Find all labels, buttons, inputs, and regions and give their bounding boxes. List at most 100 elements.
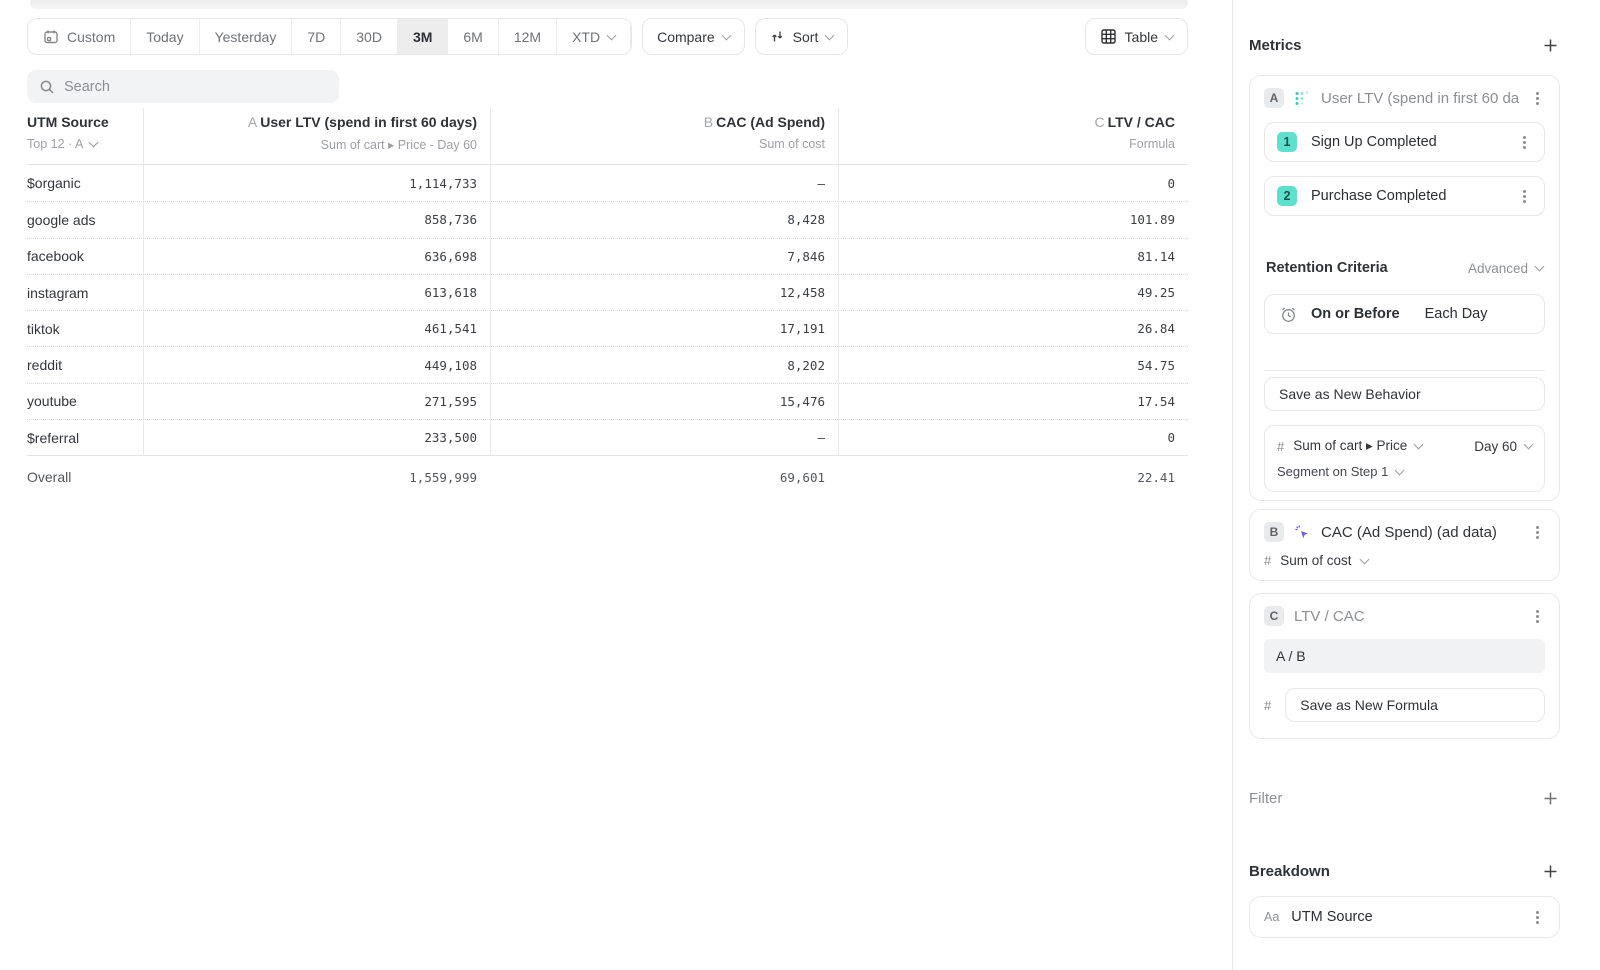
- compare-button[interactable]: Compare: [642, 18, 745, 55]
- overall-value-a: 1,559,999: [143, 456, 490, 498]
- chevron-down-icon: [607, 30, 617, 40]
- metric-a-header[interactable]: A User LTV (spend in first 60 da...: [1264, 88, 1545, 108]
- breakdown-item-card[interactable]: Aa UTM Source: [1249, 896, 1560, 938]
- search-input[interactable]: [64, 79, 327, 95]
- row-value-b: 8,202: [490, 347, 838, 382]
- metric-a-column-header[interactable]: AUser LTV (spend in first 60 days) Sum o…: [143, 108, 490, 164]
- funnel-step-card[interactable]: 1 Sign Up Completed: [1264, 122, 1545, 162]
- aggregation-label: Sum of cart ▸ Price: [1293, 438, 1407, 454]
- retention-window-card[interactable]: On or Before Each Day: [1264, 294, 1545, 334]
- calendar-icon: [43, 29, 59, 45]
- metric-c-column-header[interactable]: CLTV / CAC Formula: [838, 108, 1188, 164]
- row-value-b: 8,428: [490, 202, 838, 237]
- column-title: User LTV (spend in first 60 days): [260, 114, 477, 130]
- row-value-a: 636,698: [143, 239, 490, 274]
- funnel-step-card[interactable]: 2 Purchase Completed: [1264, 176, 1545, 216]
- step-menu-button[interactable]: [1516, 187, 1532, 205]
- source-column-header[interactable]: UTM Source Top 12 · A: [27, 108, 143, 164]
- save-as-new-formula-button[interactable]: Save as New Formula: [1285, 688, 1545, 722]
- metric-a-badge: A: [1264, 88, 1284, 108]
- kebab-icon: [1536, 97, 1539, 100]
- row-value-b: –: [490, 165, 838, 201]
- row-value-a: 858,736: [143, 202, 490, 237]
- search-box[interactable]: [27, 70, 339, 103]
- metric-b-column-header[interactable]: BCAC (Ad Spend) Sum of cost: [490, 108, 838, 164]
- advanced-dropdown[interactable]: Advanced: [1468, 261, 1543, 276]
- save-formula-label: Save as New Formula: [1300, 697, 1438, 713]
- date-range-button[interactable]: 6M: [448, 19, 498, 54]
- sort-button[interactable]: Sort: [755, 18, 849, 55]
- breakdown-menu-button[interactable]: [1529, 908, 1545, 926]
- date-range-button[interactable]: 12M: [499, 19, 557, 54]
- date-range-button[interactable]: 7D: [292, 19, 341, 54]
- alarm-clock-icon: [1279, 305, 1298, 324]
- metric-b-aggregation-dropdown[interactable]: # Sum of cost: [1264, 553, 1545, 568]
- save-as-new-behavior-button[interactable]: Save as New Behavior: [1264, 377, 1545, 411]
- date-range-label: 6M: [463, 29, 482, 45]
- metric-b-menu-button[interactable]: [1529, 523, 1545, 541]
- metrics-title: Metrics: [1249, 37, 1302, 54]
- retention-criteria-title: Retention Criteria: [1266, 260, 1388, 276]
- chevron-down-icon: [721, 30, 731, 40]
- date-range-label: 3M: [413, 29, 432, 45]
- plus-icon: [1543, 864, 1558, 879]
- aggregation-box: # Sum of cart ▸ Price Day 60 Segment on …: [1264, 425, 1545, 492]
- toolbar: Custom Today Yesterday 7D: [27, 18, 1188, 55]
- add-metric-button[interactable]: [1541, 36, 1560, 55]
- chevron-down-icon: [1414, 440, 1424, 450]
- event-click-icon: [1294, 524, 1311, 541]
- section-divider: [1264, 370, 1545, 371]
- row-value-a: 233,500: [143, 420, 490, 455]
- table-row[interactable]: tiktok 461,541 17,191 26.84: [27, 310, 1188, 346]
- metrics-section-header: Metrics: [1249, 36, 1560, 55]
- step-label: Sign Up Completed: [1311, 134, 1516, 150]
- plus-icon: [1543, 791, 1558, 806]
- view-label: Table: [1125, 29, 1158, 45]
- metric-c-header[interactable]: C LTV / CAC: [1264, 606, 1545, 626]
- chevron-down-icon: [825, 30, 835, 40]
- chevron-down-icon: [1165, 30, 1175, 40]
- date-range-button[interactable]: 30D: [341, 19, 398, 54]
- add-breakdown-button[interactable]: [1541, 862, 1560, 881]
- table-row[interactable]: google ads 858,736 8,428 101.89: [27, 201, 1188, 237]
- table-row[interactable]: facebook 636,698 7,846 81.14: [27, 238, 1188, 274]
- formula-input[interactable]: A / B: [1264, 639, 1545, 673]
- date-range-button[interactable]: XTD: [557, 19, 631, 54]
- view-selector-button[interactable]: Table: [1085, 18, 1188, 55]
- metric-a-menu-button[interactable]: [1529, 89, 1545, 107]
- on-or-before-label: On or Before: [1311, 306, 1400, 322]
- sort-label: Sort: [793, 29, 819, 45]
- day-window-dropdown[interactable]: Day 60: [1474, 439, 1532, 454]
- plus-icon: [1543, 38, 1558, 53]
- date-range-button[interactable]: Yesterday: [200, 19, 293, 54]
- string-type-icon: Aa: [1264, 910, 1279, 924]
- step-label: Purchase Completed: [1311, 188, 1516, 204]
- table-row[interactable]: reddit 449,108 8,202 54.75: [27, 346, 1188, 382]
- column-subtitle: Sum of cost: [491, 137, 825, 151]
- table-row[interactable]: $referral 233,500 – 0: [27, 419, 1188, 455]
- step-menu-button[interactable]: [1516, 133, 1532, 151]
- date-range-button[interactable]: Today: [131, 19, 199, 54]
- row-value-c: 81.14: [838, 239, 1188, 274]
- segment-on-step-dropdown[interactable]: Segment on Step 1: [1277, 464, 1532, 479]
- row-source-label: reddit: [27, 347, 143, 382]
- table-row[interactable]: $organic 1,114,733 – 0: [27, 165, 1188, 201]
- row-value-c: 49.25: [838, 275, 1188, 310]
- add-filter-button[interactable]: [1541, 789, 1560, 808]
- table-row[interactable]: youtube 271,595 15,476 17.54: [27, 383, 1188, 419]
- each-day-label: Each Day: [1425, 306, 1488, 322]
- metric-b-badge: B: [1264, 522, 1284, 542]
- filter-section-header: Filter: [1249, 789, 1560, 808]
- search-icon: [39, 79, 55, 95]
- row-value-b: –: [490, 420, 838, 455]
- chevron-down-icon: [1395, 465, 1405, 475]
- date-range-button[interactable]: Custom: [28, 19, 131, 54]
- table-row[interactable]: instagram 613,618 12,458 49.25: [27, 274, 1188, 310]
- metric-b-header[interactable]: B CAC (Ad Spend) (ad data): [1264, 522, 1545, 542]
- row-source-label: $referral: [27, 420, 143, 455]
- date-range-button[interactable]: 3M: [398, 19, 448, 54]
- aggregation-dropdown[interactable]: Sum of cart ▸ Price: [1293, 438, 1422, 454]
- metric-c-menu-button[interactable]: [1529, 607, 1545, 625]
- table-body: $organic 1,114,733 – 0 google ads 858,73…: [27, 165, 1188, 455]
- date-range-label: 12M: [514, 29, 541, 45]
